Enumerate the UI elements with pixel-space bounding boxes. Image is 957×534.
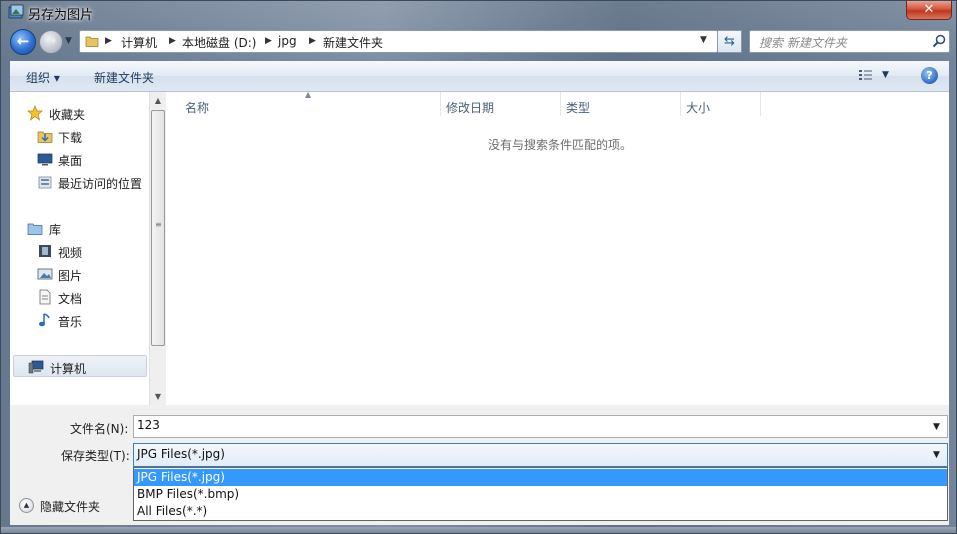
nav-item-recent-places[interactable]: 最近访问的位置 <box>10 171 149 193</box>
nav-libraries[interactable]: 库 <box>10 217 149 239</box>
history-dropdown-icon[interactable]: ▼ <box>65 36 72 46</box>
nav-item-label: 下载 <box>58 131 83 145</box>
nav-item-label: 视频 <box>58 246 83 260</box>
forward-button[interactable]: → <box>39 30 63 54</box>
chevron-right-icon[interactable]: ▶ <box>265 36 272 46</box>
address-bar[interactable]: ▶ 计算机 ▶ 本地磁盘 (D:) ▶ jpg ▶ 新建文件夹 ▼ <box>79 30 718 53</box>
music-icon <box>39 313 50 327</box>
column-header-name[interactable]: 名称 ▲ <box>167 90 441 116</box>
title-bar: 另存为图片 ✕ <box>1 1 956 25</box>
folder-icon <box>85 36 99 47</box>
filetype-option[interactable]: BMP Files(*.bmp) <box>134 486 947 503</box>
content-area: 收藏夹 下载 桌面 最近访问的位置 库 视频 图片 文档 音乐 计算机 ▲ ≡ … <box>10 90 949 405</box>
nav-favorites[interactable]: 收藏夹 <box>10 102 149 124</box>
chevron-down-icon[interactable]: ▼ <box>933 422 940 432</box>
new-folder-button[interactable]: 新建文件夹 <box>94 69 154 86</box>
filetype-select[interactable]: JPG Files(*.jpg) <box>133 443 948 467</box>
column-header-date[interactable]: 修改日期 <box>441 92 561 116</box>
computer-icon <box>28 360 44 374</box>
filetype-option[interactable]: All Files(*.*) <box>134 503 947 520</box>
sort-up-icon: ▲ <box>305 90 312 99</box>
nav-item-videos[interactable]: 视频 <box>10 240 149 262</box>
chevron-right-icon[interactable]: ▶ <box>169 36 176 46</box>
chevron-right-icon[interactable]: ▶ <box>309 36 316 46</box>
nav-item-label: 文档 <box>58 292 83 306</box>
window-bottom-border <box>1 527 956 533</box>
desktop-icon <box>37 153 53 166</box>
navigation-pane: 收藏夹 下载 桌面 最近访问的位置 库 视频 图片 文档 音乐 计算机 <box>10 92 149 405</box>
column-type-label: 类型 <box>566 101 591 115</box>
column-header-type[interactable]: 类型 <box>561 92 681 116</box>
scroll-up-icon[interactable]: ▲ <box>150 92 166 109</box>
search-input[interactable]: 搜索 新建文件夹 <box>749 30 950 53</box>
filename-label: 文件名(N): <box>70 422 129 436</box>
organize-button[interactable]: 组织 ▾ <box>26 69 60 86</box>
breadcrumb-computer[interactable]: 计算机 <box>121 34 157 51</box>
star-icon <box>27 105 43 121</box>
column-size-label: 大小 <box>686 101 711 115</box>
column-date-label: 修改日期 <box>446 101 495 115</box>
window-title: 另存为图片 <box>28 8 94 23</box>
video-icon <box>39 245 51 257</box>
back-button[interactable]: ← <box>10 29 36 55</box>
nav-item-label: 最近访问的位置 <box>58 177 143 191</box>
nav-favorites-label: 收藏夹 <box>49 108 86 122</box>
nav-item-desktop[interactable]: 桌面 <box>10 148 149 170</box>
file-list-pane[interactable]: 名称 ▲ 修改日期 类型 大小 没有与搜索条件匹配的项。 <box>167 90 949 405</box>
grip-icon: ≡ <box>155 220 162 229</box>
close-button[interactable]: ✕ <box>906 1 952 20</box>
document-icon <box>39 289 51 305</box>
refresh-button[interactable]: ⇆ <box>718 30 742 53</box>
search-placeholder: 搜索 新建文件夹 <box>759 36 847 50</box>
nav-item-label: 桌面 <box>58 154 83 168</box>
chevron-down-icon[interactable]: ▼ <box>933 450 940 460</box>
nav-item-pictures[interactable]: 图片 <box>10 263 149 285</box>
address-row: ← → ▼ ▶ 计算机 ▶ 本地磁盘 (D:) ▶ jpg ▶ 新建文件夹 ▼ … <box>1 27 956 57</box>
nav-item-documents[interactable]: 文档 <box>10 286 149 308</box>
breadcrumb-jpg[interactable]: jpg <box>278 34 297 48</box>
scroll-down-icon[interactable]: ▼ <box>150 388 166 405</box>
breadcrumb-new-folder[interactable]: 新建文件夹 <box>323 34 383 51</box>
nav-item-label: 音乐 <box>58 315 83 329</box>
nav-item-downloads[interactable]: 下载 <box>10 125 149 147</box>
nav-computer-label: 计算机 <box>50 362 87 376</box>
save-as-dialog: 另存为图片 ✕ ← → ▼ ▶ 计算机 ▶ 本地磁盘 (D:) ▶ jpg ▶ … <box>0 0 957 534</box>
picture-icon <box>8 4 24 19</box>
nav-computer[interactable]: 计算机 <box>13 355 147 377</box>
breadcrumb-drive-d[interactable]: 本地磁盘 (D:) <box>182 34 256 51</box>
chevron-right-icon[interactable]: ▶ <box>105 36 112 46</box>
column-name-label: 名称 <box>185 101 210 115</box>
filename-field[interactable]: 123 <box>133 415 948 438</box>
command-toolbar: 组织 ▾ 新建文件夹 ▼ ? <box>10 61 949 92</box>
scroll-thumb[interactable]: ≡ <box>151 110 165 346</box>
recent-places-icon <box>38 176 52 189</box>
filetype-dropdown-list: JPG Files(*.jpg) BMP Files(*.bmp) All Fi… <box>133 467 948 521</box>
search-icon[interactable] <box>932 34 946 48</box>
empty-message: 没有与搜索条件匹配的项。 <box>488 138 633 152</box>
nav-scrollbar[interactable]: ▲ ≡ ▼ <box>149 92 166 405</box>
nav-item-label: 图片 <box>58 269 83 283</box>
pictures-icon <box>37 268 53 280</box>
chevron-up-icon: ▲ <box>19 498 34 513</box>
save-form: 文件名(N): 123 ▼ 保存类型(T): JPG Files(*.jpg) … <box>10 405 949 525</box>
nav-item-music[interactable]: 音乐 <box>10 309 149 331</box>
filetype-option[interactable]: JPG Files(*.jpg) <box>134 469 947 486</box>
column-header-size[interactable]: 大小 <box>681 92 761 116</box>
download-folder-icon <box>37 131 53 143</box>
help-button[interactable]: ? <box>921 67 938 84</box>
hide-folders-label: 隐藏文件夹 <box>40 500 101 514</box>
view-options-icon[interactable] <box>858 69 874 83</box>
nav-libraries-label: 库 <box>49 223 62 237</box>
filetype-label: 保存类型(T): <box>61 449 130 463</box>
chevron-down-icon[interactable]: ▼ <box>700 35 707 45</box>
view-dropdown-icon[interactable]: ▼ <box>882 70 889 80</box>
library-icon <box>27 223 43 235</box>
